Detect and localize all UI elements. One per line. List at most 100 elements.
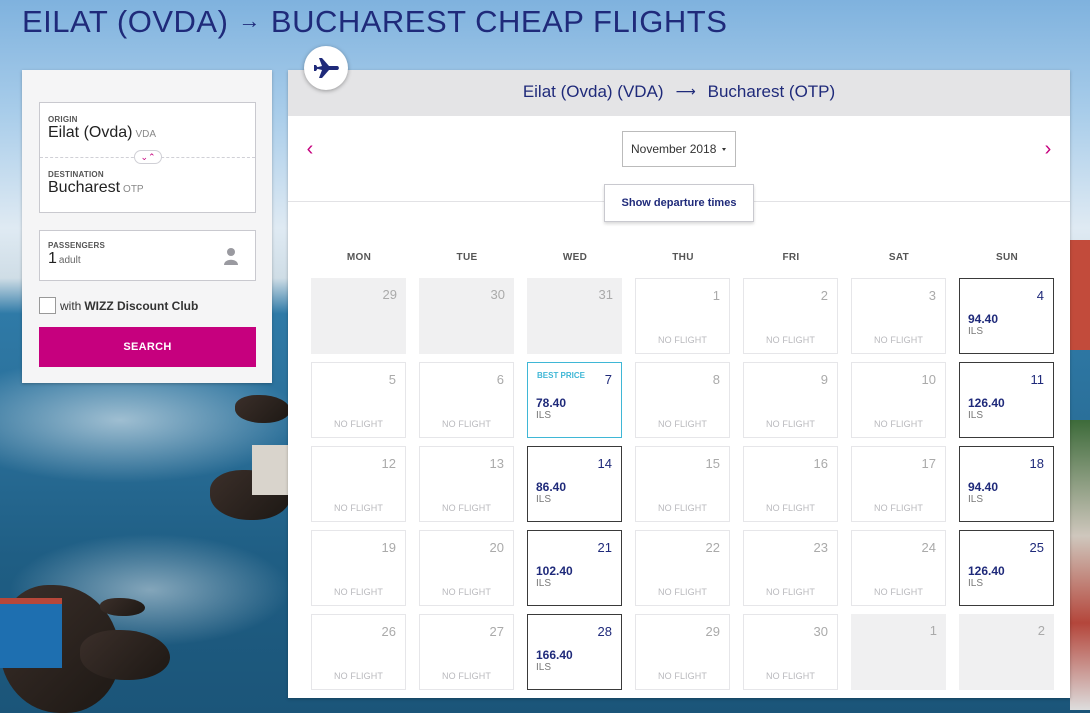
- route-arrow: ⟶: [675, 83, 696, 99]
- day-number: 30: [813, 624, 828, 639]
- calendar-day[interactable]: 11 126.40 ILS: [959, 362, 1054, 438]
- destination-value: Bucharest: [48, 179, 121, 196]
- discount-club-checkbox[interactable]: with WIZZ Discount Club: [39, 297, 198, 314]
- no-flight-label: NO FLIGHT: [334, 503, 383, 513]
- month-value: November 2018: [631, 142, 717, 156]
- calendar-day: 19 NO FLIGHT: [311, 530, 406, 606]
- swap-icon[interactable]: ⌄⌃: [134, 150, 162, 164]
- search-button[interactable]: SEARCH: [39, 327, 256, 367]
- calendar-day: 24 NO FLIGHT: [851, 530, 946, 606]
- weekday-0: MON: [346, 252, 372, 263]
- no-flight-label: NO FLIGHT: [334, 587, 383, 597]
- calendar-day: 31: [527, 278, 622, 354]
- calendar-day: 20 NO FLIGHT: [419, 530, 514, 606]
- month-select[interactable]: November 2018: [622, 131, 736, 167]
- fare-price: 102.40: [536, 564, 573, 578]
- calendar-day: 30: [419, 278, 514, 354]
- calendar-day: 1 NO FLIGHT: [635, 278, 730, 354]
- fare-price: 86.40: [536, 480, 567, 494]
- page-title: EILAT (OVDA) → BUCHAREST CHEAP FLIGHTS: [22, 4, 728, 39]
- day-number: 19: [381, 540, 396, 555]
- day-number: 3: [928, 288, 936, 303]
- route-title: Eilat (Ovda) (VDA) ⟶ Bucharest (OTP): [288, 82, 1070, 102]
- day-number: 8: [712, 372, 720, 387]
- no-flight-label: NO FLIGHT: [334, 671, 383, 681]
- fare-price: 126.40: [968, 564, 1005, 578]
- calendar-day: 2 NO FLIGHT: [743, 278, 838, 354]
- calendar-day[interactable]: 25 126.40 ILS: [959, 530, 1054, 606]
- day-number: 9: [820, 372, 828, 387]
- next-month-icon[interactable]: ›: [1038, 138, 1058, 161]
- day-number: 4: [1036, 288, 1044, 303]
- day-number: 28: [597, 624, 612, 639]
- calendar-day: 8 NO FLIGHT: [635, 362, 730, 438]
- discount-prefix: with: [60, 298, 82, 313]
- passengers-count: 1: [48, 250, 57, 267]
- fare-currency: ILS: [536, 494, 552, 505]
- calendar-day: 3 NO FLIGHT: [851, 278, 946, 354]
- calendar-day: 10 NO FLIGHT: [851, 362, 946, 438]
- no-flight-label: NO FLIGHT: [874, 335, 923, 345]
- no-flight-label: NO FLIGHT: [874, 419, 923, 429]
- day-number: 7: [604, 372, 612, 387]
- destination-code: OTP: [123, 184, 144, 195]
- calendar-day: 15 NO FLIGHT: [635, 446, 730, 522]
- calendar-day: 17 NO FLIGHT: [851, 446, 946, 522]
- day-number: 16: [813, 456, 828, 471]
- calendar-day[interactable]: 4 94.40 ILS: [959, 278, 1054, 354]
- day-number: 21: [597, 540, 612, 555]
- no-flight-label: NO FLIGHT: [766, 587, 815, 597]
- weekday-2: WED: [562, 252, 588, 263]
- checkbox-box[interactable]: [39, 297, 56, 314]
- day-number: 20: [489, 540, 504, 555]
- calendar-day: 5 NO FLIGHT: [311, 362, 406, 438]
- passengers-field[interactable]: PASSENGERS 1 adult: [39, 230, 256, 281]
- destination-field[interactable]: DESTINATION Bucharest OTP: [48, 170, 144, 197]
- calendar-day: 26 NO FLIGHT: [311, 614, 406, 690]
- day-number: 15: [705, 456, 720, 471]
- calendar-day[interactable]: 28 166.40 ILS: [527, 614, 622, 690]
- calendar-header: Eilat (Ovda) (VDA) ⟶ Bucharest (OTP): [288, 70, 1070, 116]
- user-icon: [224, 248, 238, 265]
- calendar-day: 2: [959, 614, 1054, 690]
- no-flight-label: NO FLIGHT: [658, 503, 707, 513]
- calendar-day[interactable]: 21 102.40 ILS: [527, 530, 622, 606]
- day-number: 29: [705, 624, 720, 639]
- passengers-unit: adult: [58, 255, 81, 266]
- no-flight-label: NO FLIGHT: [658, 335, 707, 345]
- calendar-day[interactable]: 18 94.40 ILS: [959, 446, 1054, 522]
- day-number: 11: [1030, 372, 1045, 387]
- day-number: 12: [381, 456, 396, 471]
- fare-price: 166.40: [536, 648, 573, 662]
- previous-month-icon[interactable]: ‹: [300, 138, 320, 161]
- day-number: 17: [921, 456, 936, 471]
- no-flight-label: NO FLIGHT: [442, 587, 491, 597]
- day-number: 1: [929, 623, 937, 638]
- calendar-day: 6 NO FLIGHT: [419, 362, 514, 438]
- origin-value: Eilat (Ovda): [48, 124, 133, 141]
- no-flight-label: NO FLIGHT: [334, 419, 383, 429]
- fare-currency: ILS: [536, 662, 552, 673]
- day-number: 18: [1029, 456, 1044, 471]
- day-number: 27: [489, 624, 504, 639]
- calendar-day[interactable]: 7 BEST PRICE 78.40 ILS: [527, 362, 622, 438]
- day-number: 2: [1037, 623, 1045, 638]
- no-flight-label: NO FLIGHT: [658, 419, 707, 429]
- show-departure-times-button[interactable]: Show departure times: [604, 184, 754, 222]
- no-flight-label: NO FLIGHT: [766, 419, 815, 429]
- no-flight-label: NO FLIGHT: [658, 587, 707, 597]
- no-flight-label: NO FLIGHT: [442, 503, 491, 513]
- no-flight-label: NO FLIGHT: [766, 503, 815, 513]
- calendar-panel: Eilat (Ovda) (VDA) ⟶ Bucharest (OTP) ‹ › N…: [288, 46, 1070, 698]
- fare-price: 126.40: [968, 396, 1005, 410]
- route-to: Bucharest (OTP): [707, 82, 836, 101]
- calendar-day[interactable]: 14 86.40 ILS: [527, 446, 622, 522]
- day-number: 22: [705, 540, 720, 555]
- day-number: 24: [921, 540, 936, 555]
- route-from: Eilat (Ovda) (VDA): [522, 82, 664, 101]
- fare-price: 94.40: [968, 480, 999, 494]
- origin-field[interactable]: ORIGIN Eilat (Ovda) VDA: [48, 115, 156, 142]
- no-flight-label: NO FLIGHT: [442, 671, 491, 681]
- day-number: 31: [598, 287, 613, 302]
- calendar-day: 13 NO FLIGHT: [419, 446, 514, 522]
